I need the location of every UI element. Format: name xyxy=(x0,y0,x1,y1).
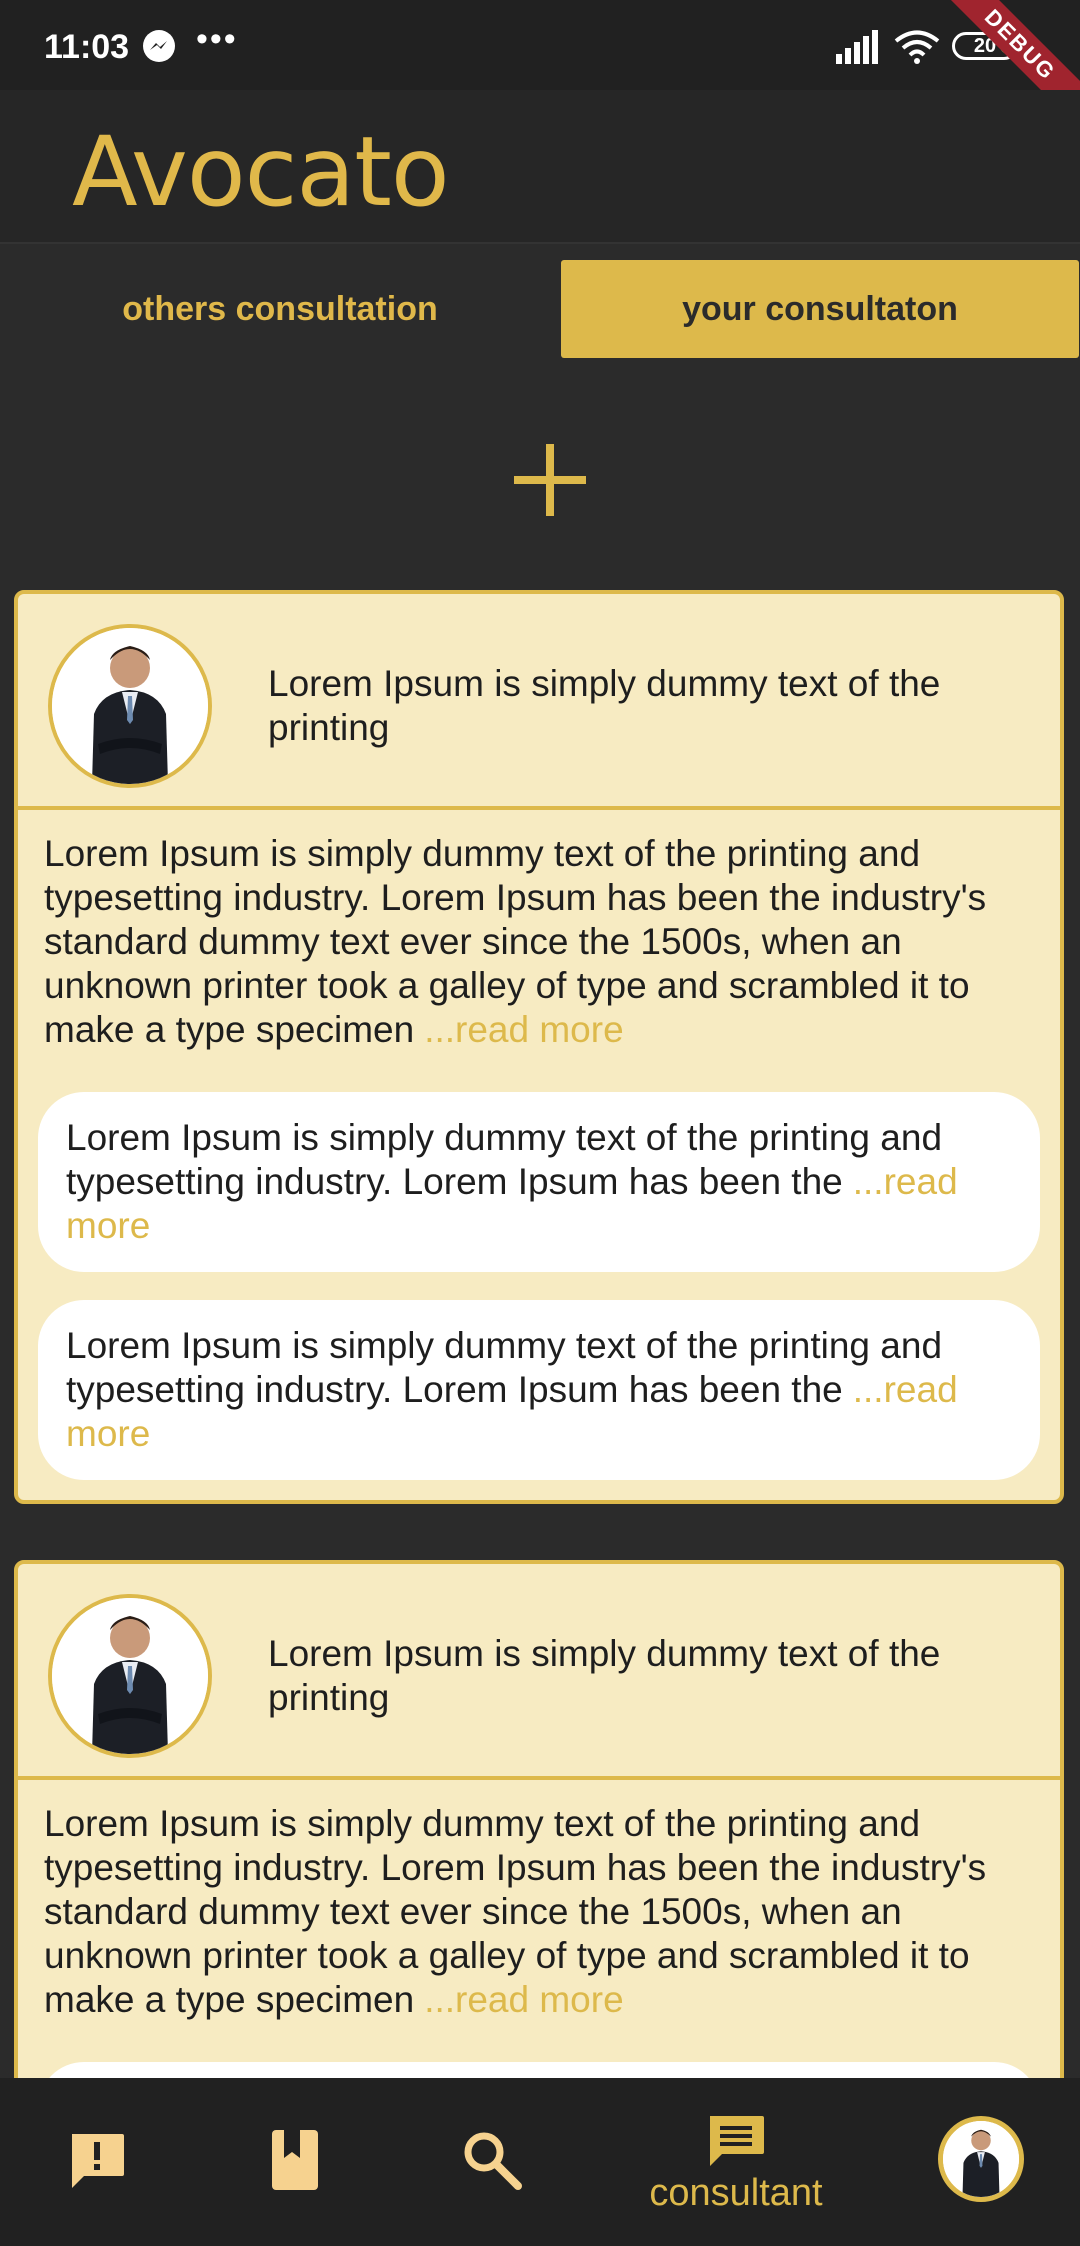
person-icon xyxy=(943,2121,1019,2197)
tab-your-consultation[interactable]: your consultaton xyxy=(561,260,1079,358)
read-more-link[interactable]: ...read more xyxy=(424,1979,623,2020)
reply-bubble[interactable]: Lorem Ipsum is simply dummy text of the … xyxy=(38,1092,1040,1272)
more-notifications-icon: ••• xyxy=(196,20,238,58)
search-icon[interactable] xyxy=(462,2130,522,2190)
alert-icon[interactable] xyxy=(66,2130,128,2192)
card-title: Lorem Ipsum is simply dummy text of the … xyxy=(268,663,941,748)
app-title: Avocato xyxy=(72,116,450,228)
person-icon xyxy=(52,1598,208,1754)
signal-icon xyxy=(836,30,878,64)
nav-consultant[interactable]: consultant xyxy=(606,2078,866,2246)
consultation-card[interactable]: Lorem Ipsum is simply dummy text of the … xyxy=(14,590,1064,1504)
nav-consultant-label: consultant xyxy=(649,2172,823,2214)
tab-others-consultation[interactable]: others consultation xyxy=(0,260,560,358)
read-more-link[interactable]: ...read more xyxy=(424,1009,623,1050)
messenger-icon xyxy=(143,30,175,62)
reply-bubble[interactable]: Lorem Ipsum is simply dummy text of the … xyxy=(38,1300,1040,1480)
card-description: Lorem Ipsum is simply dummy text of the … xyxy=(18,810,1060,1052)
card-title: Lorem Ipsum is simply dummy text of the … xyxy=(268,1633,941,1718)
reply-text: Lorem Ipsum is simply dummy text of the … xyxy=(66,1117,943,1202)
bookmark-icon[interactable] xyxy=(270,2128,320,2192)
profile-avatar[interactable] xyxy=(938,2116,1024,2202)
status-time: 11:03 xyxy=(44,28,130,66)
card-description: Lorem Ipsum is simply dummy text of the … xyxy=(18,1780,1060,2022)
status-bar: 11:03 ••• 20 DEBUG xyxy=(0,0,1080,149)
avatar[interactable] xyxy=(48,1594,212,1758)
reply-text: Lorem Ipsum is simply dummy text of the … xyxy=(66,1325,943,1410)
add-consultation-button[interactable] xyxy=(510,440,590,520)
avatar[interactable] xyxy=(48,624,212,788)
bottom-navigation: consultant xyxy=(0,2078,1080,2246)
person-icon xyxy=(52,628,208,784)
card-header: Lorem Ipsum is simply dummy text of the … xyxy=(18,1564,1060,1780)
wifi-icon xyxy=(894,30,940,64)
card-header: Lorem Ipsum is simply dummy text of the … xyxy=(18,594,1060,810)
app-bar: Avocato xyxy=(0,90,1080,244)
